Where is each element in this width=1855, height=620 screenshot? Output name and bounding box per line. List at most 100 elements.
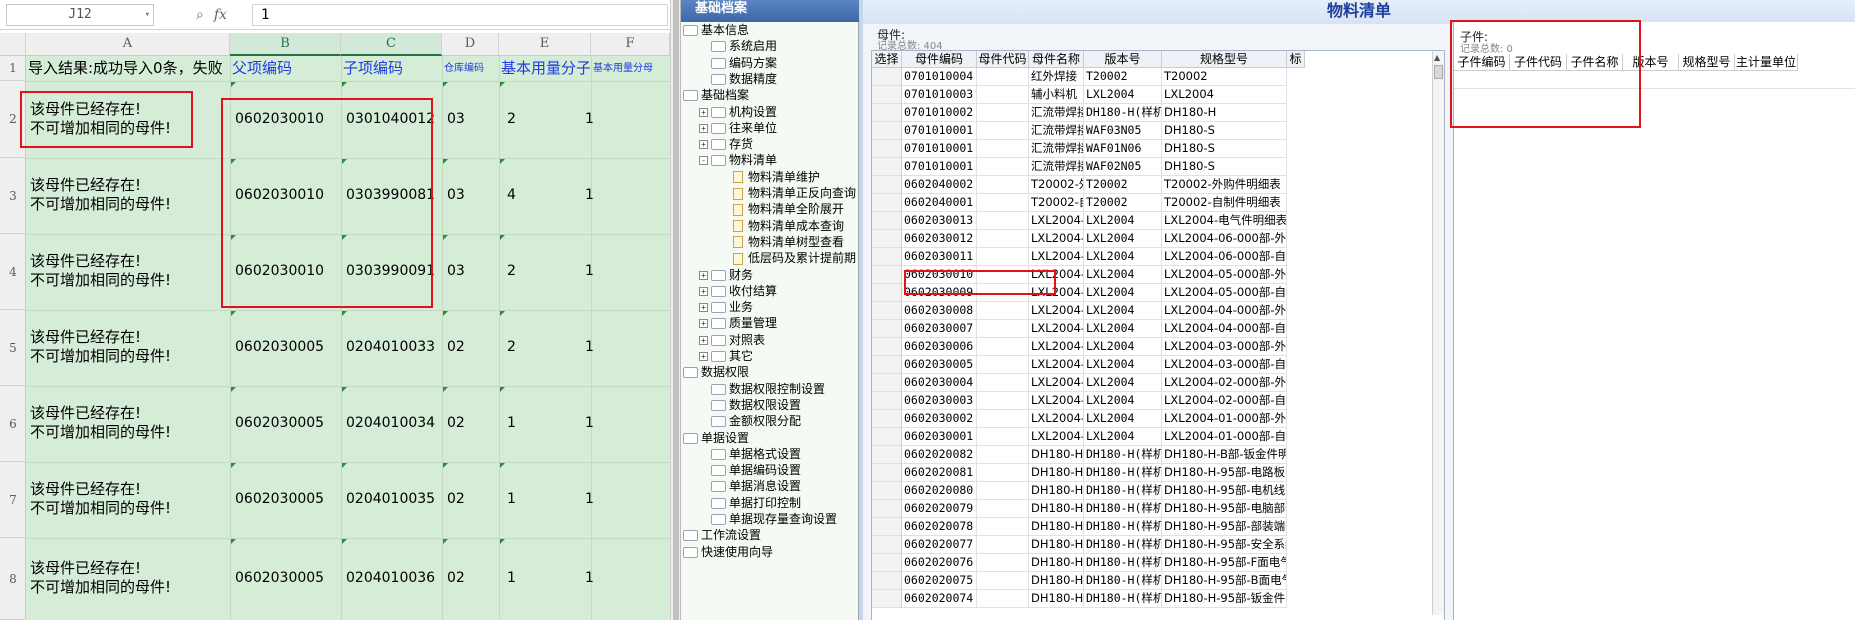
mother-grid-cell[interactable]: 0602020081: [902, 464, 977, 482]
cell-wh[interactable]: 02: [447, 339, 465, 355]
mother-grid-cell[interactable]: LXL2004: [1084, 284, 1162, 302]
select-cell[interactable]: [872, 176, 902, 194]
mother-grid-cell[interactable]: LXL2004-05-000部-自制: [1162, 284, 1287, 302]
mother-grid-cell[interactable]: LXL2004-04-000部-自制: [1162, 320, 1287, 338]
cell-parent[interactable]: 0602030005: [235, 415, 324, 431]
mother-grid-cell[interactable]: LXL2004: [1084, 230, 1162, 248]
select-cell[interactable]: [872, 338, 902, 356]
mother-grid-cell[interactable]: LXL2004-01-000部-自制: [1162, 428, 1287, 446]
cell-den[interactable]: 1: [585, 491, 594, 507]
mother-grid-cell[interactable]: [977, 590, 1029, 608]
mother-grid-cell[interactable]: 0602020079: [902, 500, 977, 518]
select-cell[interactable]: [872, 410, 902, 428]
cell-wh[interactable]: 02: [447, 491, 465, 507]
mother-grid-cell[interactable]: 0701010004: [902, 68, 977, 86]
mother-grid-cell[interactable]: DH180-H-95部-钣金件明细: [1162, 590, 1287, 608]
child-grid-column-header[interactable]: 主计量单位: [1735, 54, 1798, 71]
mother-grid-cell[interactable]: [977, 572, 1029, 590]
expand-icon[interactable]: +: [699, 286, 708, 296]
mother-grid-cell[interactable]: T20002: [1162, 68, 1287, 86]
mother-grid-cell[interactable]: [977, 428, 1029, 446]
mother-grid-cell[interactable]: [977, 374, 1029, 392]
child-grid-column-header[interactable]: 版本号: [1623, 54, 1679, 71]
mother-grid-cell[interactable]: LXL2004-02-000部-外购: [1162, 374, 1287, 392]
select-cell[interactable]: [872, 464, 902, 482]
mother-grid-cell[interactable]: LXL2004: [1084, 374, 1162, 392]
select-cell[interactable]: [872, 140, 902, 158]
mother-grid-cell[interactable]: LXL2004-03-000部-自制: [1162, 356, 1287, 374]
mother-grid-cell[interactable]: T20002-自: [1029, 194, 1084, 212]
mother-grid-cell[interactable]: 0602030003: [902, 392, 977, 410]
tree-node[interactable]: 数据权限控制设置: [699, 381, 825, 397]
error-message-line1[interactable]: 该母件已经存在!: [30, 328, 141, 347]
select-cell[interactable]: [872, 212, 902, 230]
cell-grid[interactable]: 导入结果:成功导入0条，失败 父项编码 子项编码 仓库编码 基本用量分子 基本用量分母 该母…: [26, 56, 670, 620]
cell-den[interactable]: 1: [585, 415, 594, 431]
mother-grid-cell[interactable]: LXL2004-03-000部-外购: [1162, 338, 1287, 356]
mother-grid-cell[interactable]: WAF01N06: [1084, 140, 1162, 158]
mother-grid-cell[interactable]: [977, 482, 1029, 500]
corner-cell[interactable]: [0, 33, 26, 56]
column-header-d[interactable]: D: [442, 33, 499, 56]
mother-grid-cell[interactable]: [977, 158, 1029, 176]
error-message-line1[interactable]: 该母件已经存在!: [30, 176, 141, 195]
tree-node[interactable]: + 其它: [699, 348, 753, 364]
mother-grid-cell[interactable]: T20002-自制件明细表: [1162, 194, 1287, 212]
header-cell-a[interactable]: 导入结果:成功导入0条，失败: [28, 56, 229, 81]
mother-grid-cell[interactable]: LXL2004: [1084, 248, 1162, 266]
mother-grid-cell[interactable]: 0701010003: [902, 86, 977, 104]
mother-grid-cell[interactable]: LXL2004: [1084, 428, 1162, 446]
tree-node[interactable]: + 收付结算: [699, 283, 777, 299]
mother-grid-cell[interactable]: 0701010001: [902, 158, 977, 176]
row-header-2[interactable]: 2: [0, 81, 26, 158]
select-cell[interactable]: [872, 572, 902, 590]
mother-grid-row[interactable]: 0602020076 DH180-H-9DH180-H(样机)DH180-H-95…: [872, 554, 1444, 572]
cell-num[interactable]: 1: [507, 570, 516, 586]
error-message-line2[interactable]: 不可增加相同的母件!: [30, 423, 171, 442]
mother-grid-row[interactable]: 0701010001 汇流带焊接 WAF03N05 DH180-S: [872, 122, 1444, 140]
select-cell[interactable]: [872, 482, 902, 500]
mother-grid-cell[interactable]: [977, 86, 1029, 104]
mother-grid-cell[interactable]: DH180-H-9: [1029, 554, 1084, 572]
mother-grid-row[interactable]: 0602030012 LXL2004-CLXL2004LXL2004-06-000…: [872, 230, 1444, 248]
error-message-line1[interactable]: 该母件已经存在!: [30, 559, 141, 578]
mother-grid-cell[interactable]: 汇流带焊接: [1029, 104, 1084, 122]
mother-grid-cell[interactable]: LXL2004: [1084, 86, 1162, 104]
mother-grid-cell[interactable]: DH180-H-9: [1029, 572, 1084, 590]
expand-icon[interactable]: +: [699, 123, 708, 133]
cell-wh[interactable]: 02: [447, 415, 465, 431]
tree-node[interactable]: 基础档案: [683, 87, 749, 103]
mother-grid-cell[interactable]: LXL2004: [1084, 338, 1162, 356]
mother-grid-cell[interactable]: 辅小料机: [1029, 86, 1084, 104]
mother-grid-row[interactable]: 0602040002 T20002-外T20002T20002-外购件明细表: [872, 176, 1444, 194]
tree-node[interactable]: 低层码及累计提前期: [733, 250, 856, 266]
mother-grid-cell[interactable]: DH180-H-9: [1029, 482, 1084, 500]
cell-parent[interactable]: 0602030010: [235, 187, 324, 203]
mother-grid-cell[interactable]: 0602030009: [902, 284, 977, 302]
header-cell-b[interactable]: 父项编码: [232, 56, 340, 81]
row-header-1[interactable]: 1: [0, 56, 26, 81]
mother-grid-cell[interactable]: [977, 266, 1029, 284]
mother-grid-cell[interactable]: LXL2004-C: [1029, 392, 1084, 410]
scrollbar-thumb[interactable]: [1434, 65, 1443, 79]
mother-grid-cell[interactable]: [977, 230, 1029, 248]
error-message-line2[interactable]: 不可增加相同的母件!: [30, 271, 171, 290]
mother-grid-cell[interactable]: 红外焊接: [1029, 68, 1084, 86]
mother-grid-row[interactable]: 0602030002 LXL2004-CLXL2004LXL2004-01-000…: [872, 410, 1444, 428]
error-message-line2[interactable]: 不可增加相同的母件!: [30, 578, 171, 597]
mother-grid-row[interactable]: 0602020081 DH180-H-9DH180-H(样机)DH180-H-95…: [872, 464, 1444, 482]
mother-grid-cell[interactable]: LXL2004-C: [1029, 410, 1084, 428]
tree-node[interactable]: 单据设置: [683, 430, 749, 446]
cell-den[interactable]: 1: [585, 111, 594, 127]
mother-grid-row[interactable]: 0602030001 LXL2004-CLXL2004LXL2004-01-000…: [872, 428, 1444, 446]
mother-grid-cell[interactable]: DH180-H-95部-B面电气箱: [1162, 572, 1287, 590]
tree-node[interactable]: 工作流设置: [683, 527, 761, 543]
formula-input[interactable]: 1: [252, 4, 668, 26]
mother-grid-cell[interactable]: DH180-S: [1162, 140, 1287, 158]
cell-num[interactable]: 2: [507, 263, 516, 279]
select-cell[interactable]: [872, 68, 902, 86]
mother-grid-cell[interactable]: 0602030011: [902, 248, 977, 266]
mother-grid-cell[interactable]: 0602030002: [902, 410, 977, 428]
mother-grid-cell[interactable]: 0602040002: [902, 176, 977, 194]
mother-grid-cell[interactable]: WAF03N05: [1084, 122, 1162, 140]
